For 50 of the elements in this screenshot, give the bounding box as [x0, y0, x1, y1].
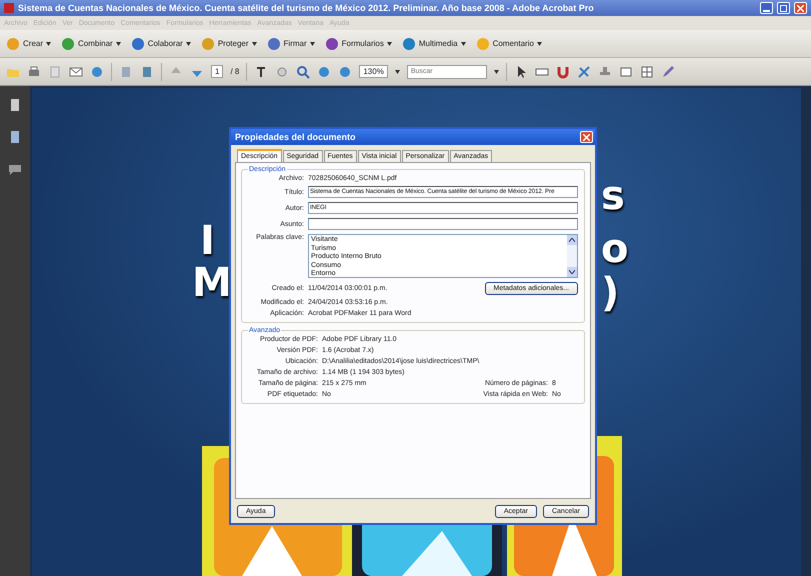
form-icon[interactable]: [618, 64, 633, 78]
task-button[interactable]: Formularios: [324, 36, 392, 50]
caret-icon: [116, 42, 121, 46]
close-icon: [797, 4, 804, 12]
caret-icon: [386, 42, 392, 46]
page-total: / 8: [230, 67, 240, 76]
caret-up-icon: [569, 238, 575, 242]
task-button[interactable]: Comentario: [476, 36, 542, 50]
cover-title-text: s: [601, 173, 625, 219]
maximize-button[interactable]: [777, 2, 790, 14]
pen-icon[interactable]: [660, 64, 675, 78]
fit-page-icon[interactable]: [140, 64, 154, 78]
caret-icon: [536, 42, 542, 46]
scroll-up-button[interactable]: [567, 235, 577, 245]
table-icon[interactable]: [640, 64, 654, 78]
app-icon: [4, 3, 14, 13]
input-field[interactable]: [308, 218, 578, 230]
maximize-icon: [780, 4, 787, 12]
cover-title-text: o: [601, 226, 628, 272]
cover-title-text: ): [601, 270, 620, 316]
page-number-field[interactable]: 1: [211, 65, 224, 78]
close-button[interactable]: [794, 2, 807, 14]
caret-icon[interactable]: [394, 70, 400, 74]
close-button[interactable]: [580, 131, 593, 143]
task-button[interactable]: Proteger: [200, 36, 257, 50]
task-button[interactable]: Combinar: [61, 36, 121, 50]
caret-icon: [186, 42, 191, 46]
pages-icon[interactable]: [8, 98, 22, 112]
window-title: Sistema de Cuentas Nacionales de México. Cuenta satélite del turismo de México 2012. Preliminar. Año base 2008 - Adobe Acrobat Pro: [18, 3, 595, 13]
minimize-button[interactable]: [760, 2, 773, 14]
task-button[interactable]: Colaborar: [130, 36, 191, 50]
caret-icon: [310, 42, 315, 46]
task-button[interactable]: Firmar: [266, 36, 315, 50]
dialog-title: Propiedades del documento: [235, 132, 356, 142]
zoom-icon[interactable]: [296, 64, 310, 78]
printer-icon[interactable]: [27, 64, 41, 78]
task-button[interactable]: Crear: [6, 36, 52, 50]
attachment-icon[interactable]: [8, 130, 22, 144]
magnet-icon[interactable]: [556, 64, 570, 78]
caret-icon: [460, 42, 466, 46]
caret-icon[interactable]: [494, 70, 499, 74]
envelope-icon[interactable]: [69, 64, 83, 78]
close-icon: [583, 134, 590, 140]
comment-icon[interactable]: [8, 162, 22, 176]
scroll-down-button[interactable]: [567, 267, 577, 277]
zoom-field[interactable]: 130%: [359, 65, 388, 78]
caret-down-icon: [569, 270, 575, 274]
task-button[interactable]: Multimedia: [402, 36, 466, 50]
caret-icon: [46, 42, 52, 46]
caret-icon: [252, 42, 257, 46]
